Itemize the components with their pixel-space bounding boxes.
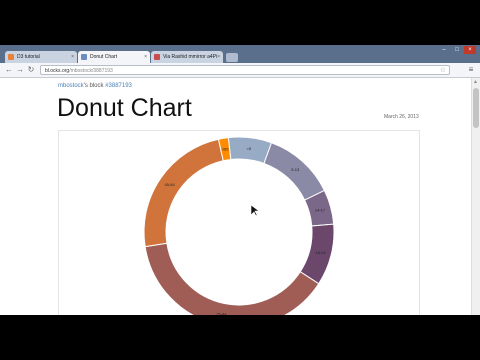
mouse-cursor-icon [251, 205, 259, 217]
tab-favicon [8, 54, 14, 60]
new-tab-button[interactable] [226, 53, 238, 62]
tab-favicon [81, 54, 87, 60]
slice-label-6: ≥65 [222, 147, 229, 152]
slice-label-0: <5 [247, 146, 252, 151]
page-content: mbostock's block #3887193 Donut Chart Ma… [0, 78, 471, 315]
address-bar[interactable]: bl.ocks.org/mbostock/3887193 ☆ [40, 65, 450, 75]
gist-link[interactable]: #3887193 [105, 83, 132, 89]
bookmark-star-icon[interactable]: ☆ [440, 66, 446, 76]
tab-donut-chart[interactable]: Donut Chart × [78, 51, 150, 63]
page-date: March 26, 2013 [384, 114, 419, 120]
maximize-button[interactable]: □ [451, 46, 463, 54]
breadcrumb: mbostock's block #3887193 [58, 83, 132, 89]
url-host: bl.ocks.org [45, 68, 70, 74]
page-title: Donut Chart [57, 94, 192, 122]
close-icon[interactable]: × [217, 51, 220, 63]
close-window-button[interactable]: × [464, 46, 476, 54]
donut-chart: <5 5-13 14-17 18-24 25-44 45-64 ≥65 [143, 136, 335, 315]
tab-d3-tutorial[interactable]: D3 tutorial × [5, 51, 77, 63]
browser-toolbar: ← → ↻ bl.ocks.org/mbostock/3887193 ☆ ≡ [0, 63, 480, 78]
close-icon[interactable]: × [71, 51, 74, 63]
breadcrumb-text: 's block [83, 83, 106, 89]
chart-frame: <5 5-13 14-17 18-24 25-44 45-64 ≥65 [58, 130, 420, 315]
tab-strip: D3 tutorial × Donut Chart × Via Rashid m… [0, 45, 480, 63]
url-path: /mbostock/3887193 [69, 68, 113, 74]
donut-slice-4 [144, 242, 320, 315]
minimize-button[interactable]: – [438, 46, 450, 54]
close-icon[interactable]: × [144, 51, 147, 63]
author-link[interactable]: mbostock [58, 83, 84, 89]
tab-label: D3 tutorial [17, 54, 40, 60]
scroll-up-icon[interactable]: ▲ [473, 79, 478, 85]
tab-label: Via Rashid mmirror a4Pi [163, 54, 218, 60]
reload-icon[interactable]: ↻ [26, 65, 36, 75]
slice-label-2: 14-17 [315, 207, 326, 212]
forward-arrow-icon[interactable]: → [15, 65, 25, 75]
back-arrow-icon[interactable]: ← [4, 65, 14, 75]
menu-icon[interactable]: ≡ [466, 65, 476, 75]
scroll-thumb[interactable] [473, 88, 479, 128]
slice-label-4: 25-44 [216, 312, 227, 315]
tab-label: Donut Chart [90, 54, 117, 60]
slice-label-3: 18-24 [315, 250, 326, 255]
tab-third[interactable]: Via Rashid mmirror a4Pi × [151, 51, 223, 63]
scrollbar[interactable]: ▲ [471, 78, 480, 315]
browser-window: D3 tutorial × Donut Chart × Via Rashid m… [0, 45, 480, 315]
donut-slice-5 [143, 138, 224, 248]
slice-label-1: 5-13 [291, 167, 300, 172]
slice-label-5: 45-64 [165, 182, 176, 187]
tab-favicon [154, 54, 160, 60]
